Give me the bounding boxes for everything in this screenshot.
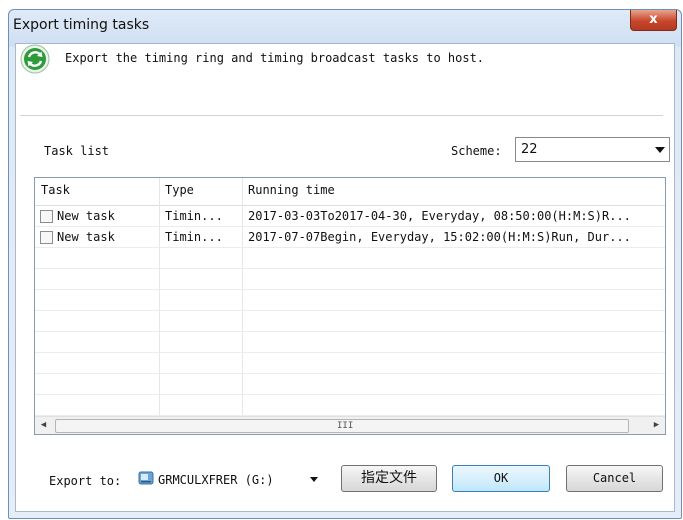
horizontal-scrollbar[interactable]: ◀ III ▶ [35, 416, 665, 434]
task-table: Task Type Running time New task Timin...… [34, 177, 666, 435]
scrollbar-thumb[interactable]: III [55, 419, 629, 433]
refresh-icon [20, 44, 50, 74]
task-name-cell: New task [57, 230, 115, 244]
task-name-cell: New task [57, 209, 115, 223]
type-cell: Timin... [165, 230, 223, 244]
window-title: Export timing tasks [13, 17, 150, 33]
empty-row [35, 290, 665, 311]
drive-value: GRMCULXFRER (G:) [158, 473, 274, 487]
empty-row [35, 311, 665, 332]
chevron-down-icon [655, 147, 665, 153]
title-bar[interactable]: Export timing tasks x [9, 10, 681, 42]
specify-file-button[interactable]: 指定文件 [341, 465, 437, 492]
scrollbar-grip: III [337, 421, 354, 431]
type-cell: Timin... [165, 209, 223, 223]
chevron-down-icon [310, 477, 318, 482]
scroll-right-icon[interactable]: ▶ [648, 417, 665, 434]
empty-row [35, 374, 665, 395]
scheme-value: 22 [521, 142, 538, 157]
table-header: Task Type Running time [35, 178, 665, 206]
column-header-type[interactable]: Type [159, 178, 242, 205]
scheme-dropdown[interactable]: 22 [515, 137, 670, 162]
empty-row [35, 269, 665, 290]
separator [20, 115, 663, 116]
scheme-label: Scheme: [451, 144, 502, 158]
task-list-label: Task list [44, 144, 110, 158]
export-to-label: Export to: [49, 474, 122, 488]
running-time-cell: 2017-03-03To2017-04-30, Everyday, 08:50:… [248, 209, 631, 223]
drive-icon [138, 471, 154, 485]
empty-row [35, 248, 665, 269]
table-row[interactable]: New task Timin... 2017-07-07Begin, Every… [35, 227, 665, 248]
ok-button[interactable]: OK [452, 465, 550, 492]
description-text: Export the timing ring and timing broadc… [65, 51, 485, 65]
row-checkbox[interactable] [40, 210, 53, 223]
cancel-button[interactable]: Cancel [566, 465, 663, 492]
close-button[interactable]: x [630, 10, 677, 31]
row-checkbox[interactable] [40, 231, 53, 244]
column-header-running-time[interactable]: Running time [242, 178, 662, 205]
empty-row [35, 332, 665, 353]
running-time-cell: 2017-07-07Begin, Everyday, 15:02:00(H:M:… [248, 230, 631, 244]
column-header-task[interactable]: Task [35, 178, 159, 205]
empty-row [35, 353, 665, 374]
scroll-left-icon[interactable]: ◀ [35, 417, 52, 434]
table-row[interactable]: New task Timin... 2017-03-03To2017-04-30… [35, 206, 665, 227]
empty-row [35, 395, 665, 416]
drive-dropdown[interactable]: GRMCULXFRER (G:) [136, 465, 326, 492]
